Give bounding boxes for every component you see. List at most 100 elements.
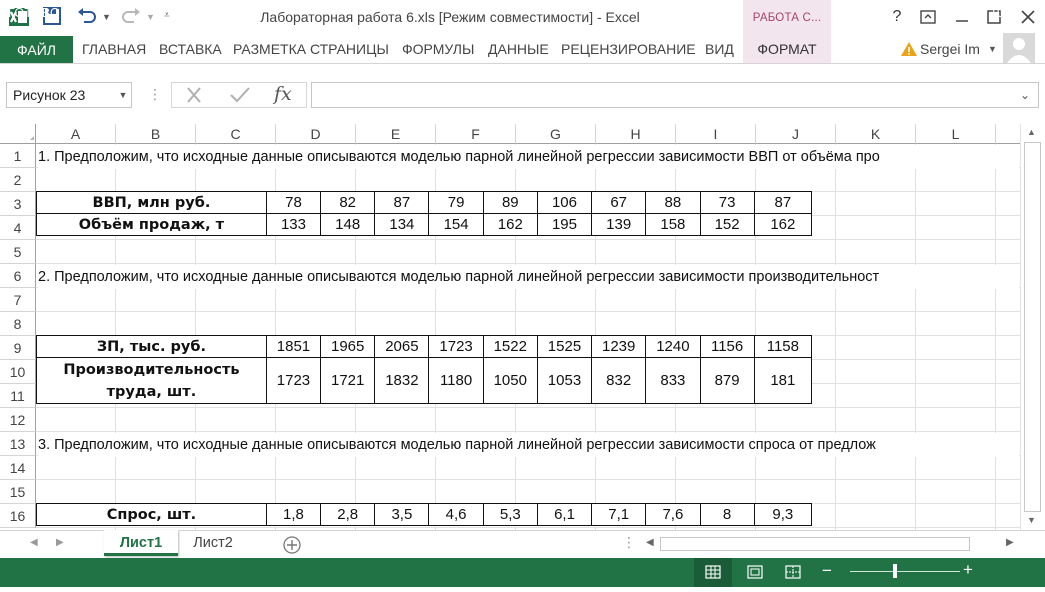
table-cell[interactable]: 67 — [591, 191, 647, 214]
row-label[interactable]: Производительность труда, шт. — [36, 357, 267, 404]
column-header-i[interactable]: I — [676, 124, 756, 144]
worksheet-grid[interactable]: A B C D E F G H I J K L 1 2 3 4 5 6 7 8 … — [0, 124, 1045, 530]
row-header-8[interactable]: 8 — [0, 312, 36, 336]
file-tab[interactable]: ФАЙЛ — [0, 36, 73, 64]
new-sheet-icon[interactable] — [282, 535, 302, 555]
table-cell[interactable]: 139 — [591, 213, 647, 236]
normal-view-button[interactable] — [694, 558, 732, 587]
table-cell[interactable]: 1965 — [320, 335, 376, 358]
table-cell[interactable]: 152 — [699, 213, 755, 236]
row-label[interactable]: ВВП, млн руб. — [36, 191, 267, 214]
table-cell[interactable]: 1050 — [482, 357, 538, 404]
table-cell[interactable]: 2065 — [374, 335, 430, 358]
split-handle-icon[interactable]: ⋮ — [622, 534, 636, 551]
row-header-3[interactable]: 3 — [0, 192, 36, 216]
table-cell[interactable]: 1525 — [536, 335, 593, 358]
table-cell[interactable]: 1240 — [645, 335, 701, 358]
table-cell[interactable]: 832 — [591, 357, 647, 404]
sheet-tab-2[interactable]: Лист2 — [180, 530, 246, 556]
table-cell[interactable]: 79 — [428, 191, 484, 214]
sheet-tab-1[interactable]: Лист1 — [104, 530, 178, 556]
scroll-up-icon[interactable]: ▲ — [1027, 127, 1036, 137]
table-cell[interactable]: 1156 — [699, 335, 755, 358]
row-label[interactable]: Спрос, шт. — [36, 503, 267, 526]
user-dropdown-icon[interactable]: ▼ — [988, 44, 997, 54]
table-cell[interactable]: 148 — [320, 213, 376, 236]
table-cell[interactable]: 1832 — [374, 357, 430, 404]
table-cell[interactable]: 1158 — [753, 335, 813, 358]
scroll-left-icon[interactable]: ◀ — [646, 537, 654, 548]
table-cell[interactable]: 1721 — [320, 357, 376, 404]
row-header-13[interactable]: 13 — [0, 432, 36, 456]
row-label[interactable]: Объём продаж, т — [36, 213, 267, 236]
task-1-text[interactable]: 1. Предположим, что исходные данные опис… — [38, 145, 1019, 169]
table-cell[interactable]: 154 — [428, 213, 484, 236]
tab-page-layout[interactable]: РАЗМЕТКА СТРАНИЦЫ — [233, 36, 389, 64]
tab-data[interactable]: ДАННЫЕ — [488, 36, 549, 64]
row-header-11[interactable]: 11 — [0, 384, 36, 408]
cancel-icon[interactable] — [184, 86, 204, 104]
table-cell[interactable]: 73 — [699, 191, 755, 214]
zoom-slider-thumb[interactable] — [893, 564, 897, 578]
table-cell[interactable]: 1,8 — [265, 503, 322, 526]
row-header-2[interactable]: 2 — [0, 168, 36, 192]
row-label[interactable]: ЗП, тыс. руб. — [36, 335, 267, 358]
table-cell[interactable]: 89 — [482, 191, 538, 214]
table-cell[interactable]: 7,6 — [645, 503, 701, 526]
column-header-h[interactable]: H — [596, 124, 676, 144]
table-cell[interactable]: 87 — [753, 191, 813, 214]
table-cell[interactable]: 87 — [374, 191, 430, 214]
minimize-icon[interactable] — [949, 6, 975, 28]
row-header-14[interactable]: 14 — [0, 456, 36, 480]
zoom-slider[interactable] — [850, 571, 960, 572]
table-cell[interactable]: 8 — [699, 503, 755, 526]
table-cell[interactable]: 1053 — [536, 357, 593, 404]
tab-insert[interactable]: ВСТАВКА — [159, 36, 222, 64]
horizontal-scroll-thumb[interactable] — [660, 537, 970, 551]
table-cell[interactable]: 833 — [645, 357, 701, 404]
zoom-out-icon[interactable]: − — [822, 561, 832, 581]
table-cell[interactable]: 78 — [265, 191, 322, 214]
tab-formulas[interactable]: ФОРМУЛЫ — [402, 36, 474, 64]
row-header-5[interactable]: 5 — [0, 240, 36, 264]
table-cell[interactable]: 82 — [320, 191, 376, 214]
tab-format[interactable]: ФОРМАТ — [743, 36, 831, 64]
table-cell[interactable]: 162 — [753, 213, 813, 236]
row-header-7[interactable]: 7 — [0, 288, 36, 312]
table-cell[interactable]: 879 — [699, 357, 755, 404]
page-break-view-button[interactable] — [776, 558, 810, 587]
tab-home[interactable]: ГЛАВНАЯ — [82, 36, 146, 64]
column-header-k[interactable]: K — [836, 124, 916, 144]
row-header-10[interactable]: 10 — [0, 360, 36, 384]
scroll-down-icon[interactable]: ▼ — [1027, 515, 1036, 525]
table-cell[interactable]: 106 — [536, 191, 593, 214]
avatar[interactable] — [1003, 33, 1035, 63]
column-header-a[interactable]: A — [36, 124, 116, 144]
column-header-f[interactable]: F — [436, 124, 516, 144]
formula-input[interactable] — [311, 82, 1039, 108]
column-header-c[interactable]: C — [196, 124, 276, 144]
column-header-m[interactable] — [996, 124, 1020, 144]
row-header-15[interactable]: 15 — [0, 480, 36, 504]
page-layout-view-button[interactable] — [738, 558, 772, 587]
help-button[interactable]: ? — [884, 6, 910, 28]
table-cell[interactable]: 6,1 — [536, 503, 593, 526]
table-cell[interactable]: 1180 — [428, 357, 484, 404]
task-3-text[interactable]: 3. Предположим, что исходные данные опис… — [38, 433, 1019, 457]
row-header-16[interactable]: 16 — [0, 504, 36, 528]
zoom-in-icon[interactable]: + — [963, 560, 973, 580]
table-cell[interactable]: 162 — [482, 213, 538, 236]
table-cell[interactable]: 3,5 — [374, 503, 430, 526]
prev-sheet-icon[interactable]: ◀ — [30, 537, 38, 548]
table-cell[interactable]: 4,6 — [428, 503, 484, 526]
table-cell[interactable]: 1851 — [265, 335, 322, 358]
tab-view[interactable]: ВИД — [705, 36, 734, 64]
table-cell[interactable]: 181 — [753, 357, 813, 404]
task-2-text[interactable]: 2. Предположим, что исходные данные опис… — [38, 265, 1019, 289]
table-cell[interactable]: 1723 — [428, 335, 484, 358]
next-sheet-icon[interactable]: ▶ — [56, 537, 64, 548]
table-cell[interactable]: 1723 — [265, 357, 322, 404]
enter-icon[interactable] — [229, 86, 251, 104]
column-header-b[interactable]: B — [116, 124, 196, 144]
table-cell[interactable]: 7,1 — [591, 503, 647, 526]
